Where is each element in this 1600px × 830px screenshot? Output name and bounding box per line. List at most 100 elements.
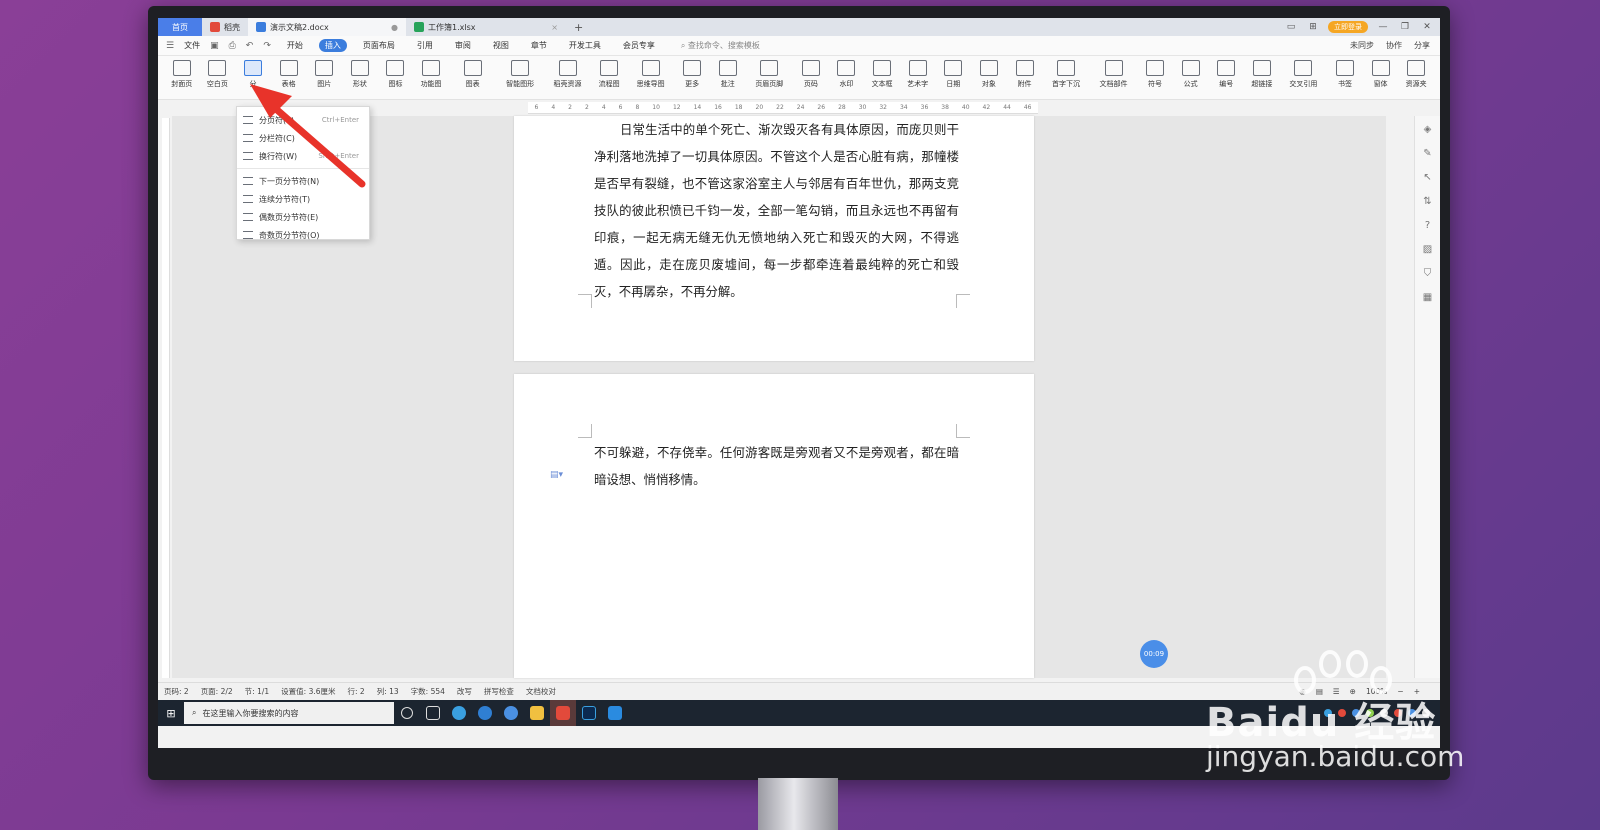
ribbon-doc-parts[interactable]: 文档部件 [1092, 60, 1135, 89]
ribbon-numbering[interactable]: 编号 [1210, 60, 1242, 89]
ribbon-date[interactable]: 日期 [937, 60, 969, 89]
restore-icon[interactable]: ❐ [1398, 22, 1412, 32]
sogou-icon[interactable] [498, 700, 524, 726]
horizontal-ruler[interactable]: 6 4 2 2 4 6 8 10 12 14 16 18 20 22 24 26 28 30 32 34 36 38 40 4… [528, 102, 1038, 114]
ribbon-formula[interactable]: 公式 [1175, 60, 1207, 89]
media-icon[interactable] [602, 700, 628, 726]
ribbon-mindmap[interactable]: 思维导图 [629, 60, 672, 89]
status-spell-check[interactable]: 拼写检查 [484, 686, 514, 697]
ribbon-attachment[interactable]: 附件 [1009, 60, 1041, 89]
tab-close-icon[interactable]: ● [391, 23, 398, 32]
menu-item-even-page-section[interactable]: 偶数页分节符(E) [237, 208, 369, 226]
ribbon-flowchart[interactable]: 流程图 [593, 60, 625, 89]
ribbon-blank-page[interactable]: 空白页 [202, 60, 234, 89]
wps-icon[interactable] [550, 700, 576, 726]
layout-icon[interactable]: ▭ [1284, 22, 1298, 32]
tab-docer[interactable]: 稻壳 [202, 18, 248, 36]
edge-icon[interactable] [472, 700, 498, 726]
paragraph-page1[interactable]: 日常生活中的单个死亡、渐次毁灭各有具体原因，而庞贝则干净利落地洗掉了一切具体原因… [594, 116, 959, 305]
ribbon-function-chart[interactable]: 功能图 [415, 60, 447, 89]
image-icon[interactable]: ▨ [1423, 244, 1432, 255]
tab-document[interactable]: 演示文稿2.docx ● [248, 18, 406, 36]
ribbon-comment[interactable]: 批注 [712, 60, 744, 89]
ribbon-resource-folder[interactable]: 资源夹 [1400, 60, 1432, 89]
close-window-icon[interactable]: ✕ [1420, 22, 1434, 32]
minimize-icon[interactable]: — [1376, 22, 1390, 32]
ribbon-drop-cap[interactable]: 首字下沉 [1044, 60, 1087, 89]
page-2[interactable]: ▤▾ 不可躲避，不存侥幸。任何游客既是旁观者又不是旁观者，都在暗暗设想、悄悄移情… [514, 374, 1034, 678]
ribbon-page-number[interactable]: 页码 [795, 60, 827, 89]
tab-close-icon[interactable]: × [551, 23, 558, 32]
shield-icon[interactable]: ⛉ [1424, 268, 1432, 279]
print-icon[interactable]: ⎙ [229, 41, 236, 51]
ribbon-break[interactable]: 分 [237, 60, 269, 89]
pen-icon[interactable]: ✎ [1423, 148, 1431, 159]
menu-item-continuous-section[interactable]: 连续分节符(T) [237, 190, 369, 208]
select-icon[interactable]: ↖ [1423, 172, 1431, 183]
ribbon-bookmark[interactable]: 书签 [1329, 60, 1361, 89]
ribbon-chart[interactable]: 图表 [451, 60, 494, 89]
menu-start[interactable]: 开始 [281, 39, 309, 52]
ribbon-docer-resources[interactable]: 稻壳资源 [546, 60, 589, 89]
paragraph-page2[interactable]: 不可躲避，不存侥幸。任何游客既是旁观者又不是旁观者，都在暗暗设想、悄悄移情。 [594, 439, 959, 493]
status-word-count[interactable]: 字数: 554 [411, 686, 445, 697]
ribbon-wordart[interactable]: 艺术字 [902, 60, 934, 89]
ribbon-smart-art[interactable]: 智能图形 [498, 60, 541, 89]
browser-icon[interactable] [446, 700, 472, 726]
file-explorer-icon[interactable] [524, 700, 550, 726]
new-tab-icon[interactable]: + [566, 21, 591, 34]
apps-grid-icon[interactable]: ⊞ [1306, 22, 1320, 32]
ribbon-textbox[interactable]: 文本框 [866, 60, 898, 89]
ribbon-picture[interactable]: 图片 [308, 60, 340, 89]
menu-developer[interactable]: 开发工具 [563, 39, 607, 52]
recording-timer[interactable]: 00:09 [1140, 640, 1168, 668]
share-button[interactable]: 分享 [1414, 40, 1430, 51]
menu-item-next-page-section[interactable]: 下一页分节符(N) [237, 172, 369, 190]
sync-button[interactable]: 未同步 [1350, 40, 1374, 51]
status-overwrite[interactable]: 改写 [457, 686, 472, 697]
task-view-icon[interactable] [420, 700, 446, 726]
ribbon-hyperlink[interactable]: 超链接 [1246, 60, 1278, 89]
paragraph-handle-icon[interactable]: ▤▾ [550, 470, 563, 480]
menu-page-layout[interactable]: 页面布局 [357, 39, 401, 52]
command-search[interactable]: ⌕ 查找命令、搜索模板 [681, 40, 760, 51]
menu-file[interactable]: 文件 [184, 40, 200, 51]
ribbon-shape[interactable]: 形状 [344, 60, 376, 89]
windows-start-icon[interactable]: ⊞ [158, 700, 184, 726]
cortana-icon[interactable] [394, 700, 420, 726]
ribbon-cover-page[interactable]: 封面页 [166, 60, 198, 89]
ribbon-icons[interactable]: 图标 [380, 60, 412, 89]
table-tool-icon[interactable]: ▦ [1423, 292, 1432, 303]
menu-insert[interactable]: 插入 [318, 39, 347, 52]
tab-workbook[interactable]: 工作簿1.xlsx × [406, 18, 566, 36]
ribbon-symbol[interactable]: 符号 [1139, 60, 1171, 89]
menu-item-page-break[interactable]: 分页符(P) Ctrl+Enter [237, 111, 369, 129]
menu-item-line-break[interactable]: 换行符(W) Shift+Enter [237, 147, 369, 165]
hamburger-icon[interactable]: ☰ [166, 41, 174, 51]
undo-icon[interactable]: ↶ [246, 41, 254, 51]
menu-item-column-break[interactable]: 分栏符(C) [237, 129, 369, 147]
adjust-icon[interactable]: ⇅ [1423, 196, 1431, 207]
status-proofread[interactable]: 文档校对 [526, 686, 556, 697]
ribbon-header-footer[interactable]: 页眉页脚 [748, 60, 791, 89]
menu-chapter[interactable]: 章节 [525, 39, 553, 52]
ribbon-more[interactable]: 更多 [676, 60, 708, 89]
ribbon-form[interactable]: 窗体 [1365, 60, 1397, 89]
menu-review[interactable]: 审阅 [449, 39, 477, 52]
login-button[interactable]: 立即登录 [1328, 21, 1368, 33]
ribbon-table[interactable]: 表格 [273, 60, 305, 89]
menu-view[interactable]: 视图 [487, 39, 515, 52]
redo-icon[interactable]: ↷ [263, 41, 271, 51]
collaborate-button[interactable]: 协作 [1386, 40, 1402, 51]
page-1[interactable]: 日常生活中的单个死亡、渐次毁灭各有具体原因，而庞贝则干净利落地洗掉了一切具体原因… [514, 116, 1034, 361]
vertical-ruler[interactable] [162, 118, 170, 678]
help-icon[interactable]: ? [1425, 220, 1430, 231]
menu-references[interactable]: 引用 [411, 39, 439, 52]
taskbar-search[interactable]: ⌕ 在这里输入你要搜索的内容 [184, 702, 394, 724]
style-icon[interactable]: ◈ [1424, 124, 1432, 135]
ribbon-watermark[interactable]: 水印 [831, 60, 863, 89]
menu-item-odd-page-section[interactable]: 奇数页分节符(O) [237, 226, 369, 244]
menu-member[interactable]: 会员专享 [617, 39, 661, 52]
save-icon[interactable]: ▣ [210, 41, 219, 51]
ribbon-object[interactable]: 对象 [973, 60, 1005, 89]
